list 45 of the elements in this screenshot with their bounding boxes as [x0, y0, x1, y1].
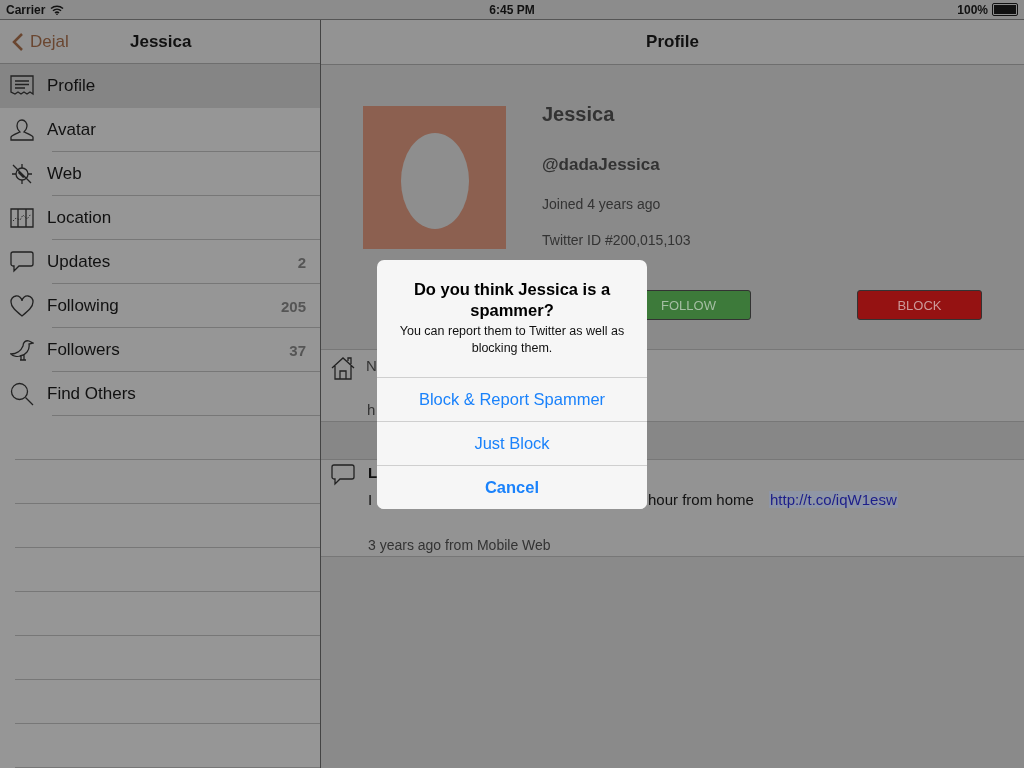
- chevron-left-icon: [12, 31, 24, 52]
- sidebar-item[interactable]: Profile: [0, 64, 320, 108]
- sidebar-item[interactable]: Web: [0, 152, 320, 196]
- joined-text: Joined 4 years ago: [542, 196, 662, 214]
- update-title: L: [368, 464, 378, 481]
- back-button[interactable]: Dejal: [0, 30, 75, 53]
- nav-title: Jessica: [130, 31, 192, 52]
- carrier-label: Carrier: [6, 2, 46, 17]
- sidebar-item[interactable]: Followers 37: [0, 328, 320, 372]
- house-icon: [331, 356, 355, 380]
- update-meta: 3 years ago from Mobile Web: [368, 537, 551, 553]
- profile-name: Jessica: [542, 103, 616, 127]
- twitter-id-text: Twitter ID #200,015,103: [542, 232, 691, 250]
- battery-icon: [992, 3, 1018, 16]
- sidebar-item[interactable]: Location: [0, 196, 320, 240]
- bio-text: N: [366, 357, 377, 374]
- block-button[interactable]: BLOCK: [857, 290, 982, 320]
- speech-bubble-icon: [331, 464, 355, 486]
- url-text: h: [367, 401, 376, 418]
- alert-title: Do you think Jessica is a spammer?: [412, 279, 612, 321]
- sidebar-item[interactable]: Updates 2: [0, 240, 320, 284]
- bird-icon: [10, 339, 34, 361]
- map-icon: [10, 207, 34, 229]
- update-text: I: [368, 491, 373, 508]
- update-text: hour from home: [648, 491, 754, 508]
- person-icon: [10, 119, 34, 141]
- item-count: 2: [297, 253, 306, 271]
- search-icon: [10, 382, 34, 406]
- cancel-button[interactable]: Cancel: [377, 465, 647, 509]
- heart-icon: [10, 295, 34, 317]
- wifi-icon: [50, 4, 65, 15]
- alert-message: You can report them to Twitter as well as blocking them.: [398, 323, 626, 357]
- document-icon: [10, 75, 34, 97]
- tweet-link[interactable]: http://t.co/iqW1esw: [769, 491, 898, 508]
- profile-handle: @dadaJessica: [542, 155, 661, 176]
- item-count: 205: [280, 297, 306, 315]
- speech-bubble-icon: [10, 251, 34, 273]
- sidebar-item[interactable]: Find Others: [0, 372, 320, 416]
- pane-title: Profile: [646, 32, 699, 52]
- compass-icon: [10, 163, 34, 185]
- sidebar-item[interactable]: Avatar: [0, 108, 320, 152]
- clock-time: 6:45 PM: [489, 2, 535, 17]
- battery-percent: 100%: [957, 2, 988, 17]
- sidebar-item[interactable]: Following 205: [0, 284, 320, 328]
- item-count: 37: [289, 341, 306, 359]
